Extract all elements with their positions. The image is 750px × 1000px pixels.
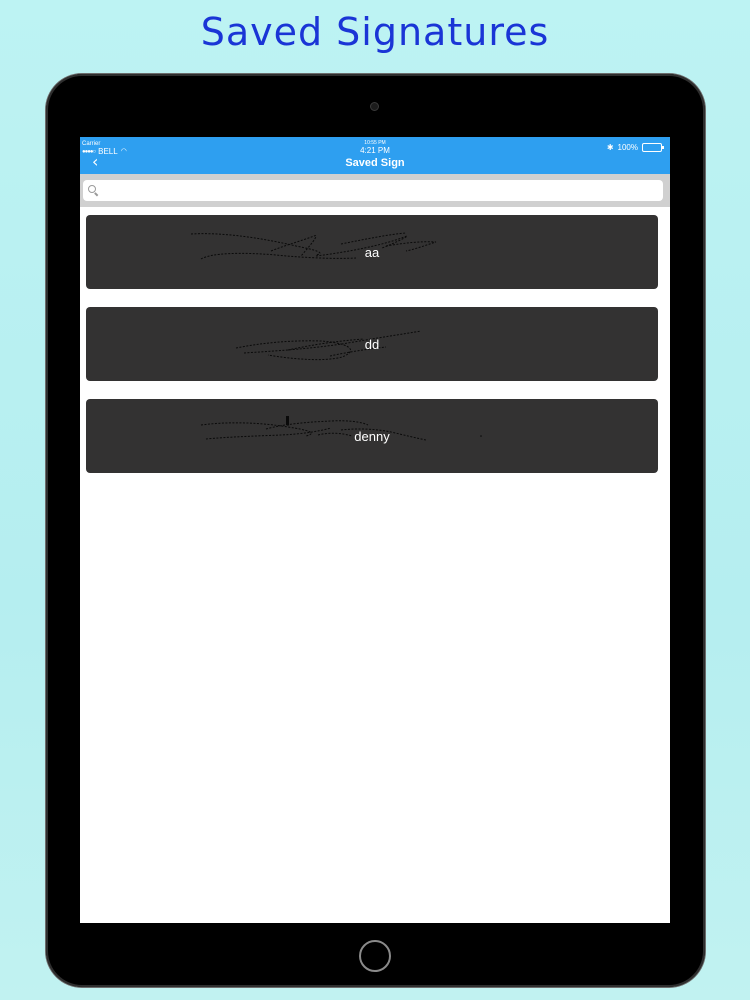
- signature-card-denny[interactable]: denny: [86, 399, 658, 473]
- signature-name: denny: [354, 429, 390, 444]
- top-bar: Carrier ●●●●○ BELL ◠ 10:55 PM 4:21 PM ✱ …: [80, 137, 670, 174]
- battery-icon: [642, 143, 664, 152]
- page-heading: Saved Signatures: [200, 10, 550, 54]
- camera: [370, 102, 379, 111]
- home-button[interactable]: [359, 940, 391, 972]
- status-time: 10:55 PM 4:21 PM: [80, 141, 670, 156]
- signature-list: aa dd denny: [86, 215, 658, 491]
- search-icon: [88, 185, 96, 193]
- tablet-frame: Carrier ●●●●○ BELL ◠ 10:55 PM 4:21 PM ✱ …: [46, 74, 705, 987]
- app-screen: Carrier ●●●●○ BELL ◠ 10:55 PM 4:21 PM ✱ …: [80, 137, 670, 923]
- status-time-main: 4:21 PM: [360, 146, 390, 155]
- nav-title: Saved Sign: [345, 157, 405, 169]
- signature-name: dd: [364, 337, 380, 352]
- signature-card-dd[interactable]: dd: [86, 307, 658, 381]
- search-bar: [80, 174, 670, 207]
- signature-card-aa[interactable]: aa: [86, 215, 658, 289]
- status-right: ✱ 100%: [606, 143, 664, 152]
- battery-percent: 100%: [617, 143, 638, 152]
- signature-name: aa: [364, 245, 380, 260]
- search-input[interactable]: [83, 180, 663, 201]
- bluetooth-icon: ✱: [606, 143, 614, 152]
